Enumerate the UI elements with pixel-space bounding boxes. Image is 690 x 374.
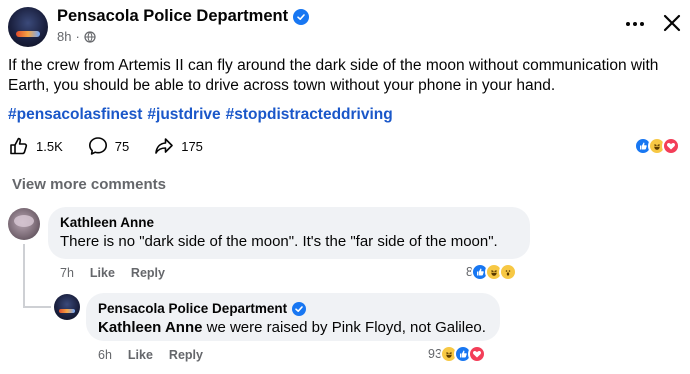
comment-time[interactable]: 7h (60, 266, 74, 280)
thread-connector (23, 306, 51, 308)
view-more-comments-link[interactable]: View more comments (12, 176, 166, 193)
page-avatar[interactable] (8, 7, 48, 47)
post-text: If the crew from Artemis II can fly arou… (8, 57, 659, 94)
reply-reply-button[interactable]: Reply (169, 348, 203, 362)
dot-icon (633, 22, 637, 26)
comment-like-button[interactable]: Like (90, 266, 115, 280)
thread-connector (23, 244, 25, 308)
hashtag-link[interactable]: #justdrive (147, 106, 220, 124)
reply-author-avatar[interactable] (54, 294, 80, 320)
reply-reaction-summary[interactable]: 93 (428, 345, 486, 363)
commenter-avatar[interactable] (8, 208, 40, 240)
heart-reaction-icon (662, 137, 680, 155)
reply-time[interactable]: 6h (98, 348, 112, 362)
reply-text: Kathleen Anne we were raised by Pink Flo… (98, 319, 488, 336)
comment-reaction-summary[interactable]: 8 (466, 263, 517, 281)
verified-badge-icon (293, 8, 310, 25)
thumbs-up-icon (10, 137, 28, 155)
post-author-name[interactable]: Pensacola Police Department (57, 7, 288, 26)
post-action-row: 1.5K 75 175 (8, 134, 227, 158)
comment-button[interactable]: 75 (87, 135, 129, 157)
reply-text-body: we were raised by Pink Floyd, not Galile… (202, 319, 486, 336)
close-icon[interactable] (661, 12, 683, 34)
reply-author[interactable]: Pensacola Police Department (98, 301, 488, 316)
comment-text: There is no "dark side of the moon". It'… (60, 233, 498, 250)
dot-icon (626, 22, 630, 26)
comment-author[interactable]: Kathleen Anne (60, 215, 518, 230)
comment-count: 75 (114, 138, 130, 154)
like-count: 1.5K (36, 138, 63, 154)
post-reaction-summary[interactable] (634, 137, 680, 155)
comment-reply-button[interactable]: Reply (131, 266, 165, 280)
like-button[interactable]: 1.5K (8, 135, 63, 157)
separator-dot: · (75, 29, 80, 44)
comment-actions: 7h Like Reply (60, 266, 165, 280)
reply-actions: 6h Like Reply (98, 348, 203, 362)
comment-bubble: Kathleen Anne There is no "dark side of … (48, 207, 530, 259)
reply-author-name[interactable]: Pensacola Police Department (98, 301, 287, 316)
post-time[interactable]: 8h (57, 29, 71, 44)
verified-badge-icon (292, 301, 307, 316)
reply-bubble: Pensacola Police Department Kathleen Ann… (86, 293, 500, 341)
post-meta: 8h · (57, 29, 96, 44)
globe-icon (84, 30, 96, 43)
hashtag-list: #pensacolasfinest #justdrive #stopdistra… (8, 106, 393, 124)
heart-reaction-icon (467, 345, 486, 363)
share-arrow-icon (155, 138, 174, 154)
dot-icon (640, 22, 644, 26)
reply-like-button[interactable]: Like (128, 348, 153, 362)
more-options-button[interactable] (625, 14, 645, 34)
hashtag-link[interactable]: #pensacolasfinest (8, 106, 142, 124)
share-count: 175 (181, 138, 203, 154)
mention-link[interactable]: Kathleen Anne (98, 319, 202, 336)
comment-bubble-icon (88, 137, 107, 155)
wow-reaction-icon (498, 263, 517, 281)
hashtag-link[interactable]: #stopdistracteddriving (226, 106, 393, 124)
share-button[interactable]: 175 (153, 135, 203, 157)
post-author[interactable]: Pensacola Police Department (57, 7, 310, 26)
